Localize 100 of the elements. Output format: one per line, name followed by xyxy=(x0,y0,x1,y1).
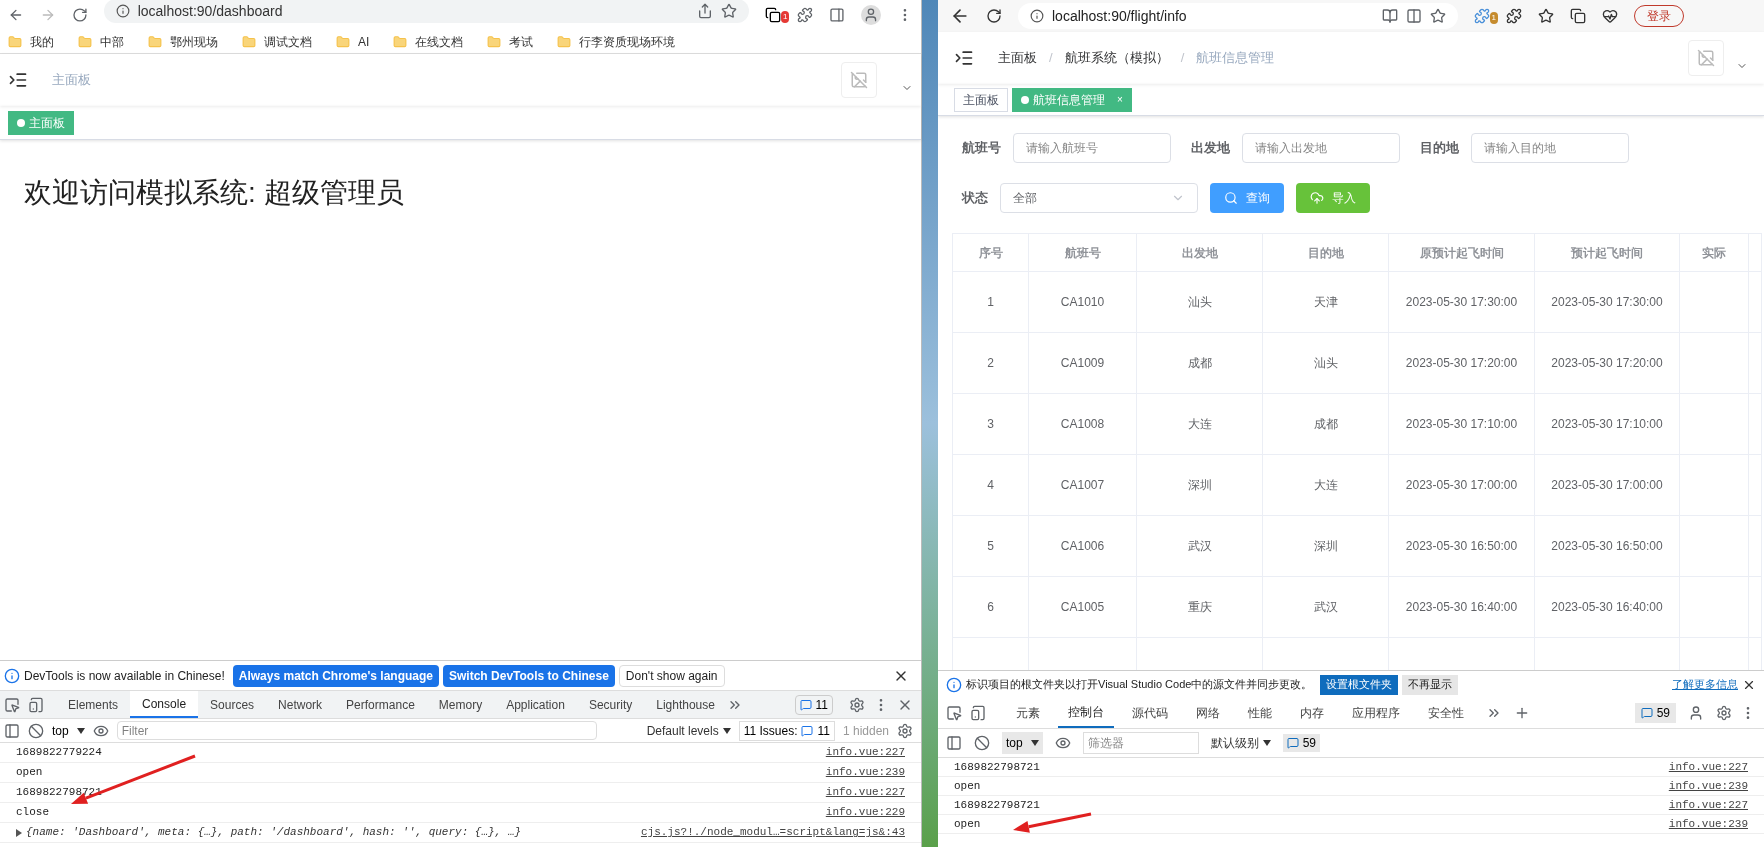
settings-icon[interactable] xyxy=(1716,705,1732,721)
reload-icon[interactable] xyxy=(71,7,88,23)
filter-field[interactable]: 筛选器 xyxy=(1082,732,1199,754)
text-field[interactable]: 请输入出发地 xyxy=(1242,133,1400,163)
notice-button[interactable]: Switch DevTools to Chinese xyxy=(443,664,615,687)
source-link[interactable]: info.vue:227 xyxy=(1668,758,1748,776)
address-bar[interactable]: localhost:90/flight/info xyxy=(1018,3,1458,29)
text-field[interactable]: 请输入航班号 xyxy=(1013,133,1171,163)
issues-counter[interactable]: 11 Issues: 11 xyxy=(738,720,835,741)
clear-console-icon[interactable] xyxy=(974,735,990,751)
performance-icon[interactable] xyxy=(1602,8,1618,24)
source-link[interactable]: info.vue:229 xyxy=(825,804,905,821)
issues-badge[interactable]: 11 xyxy=(794,694,833,715)
tag-tab[interactable]: 主面板 xyxy=(954,87,1008,112)
context-selector[interactable]: top xyxy=(1002,732,1043,754)
notice-button[interactable]: Don't show again xyxy=(618,664,725,687)
context-selector[interactable]: top xyxy=(52,721,85,740)
devtools-tab[interactable]: Sources xyxy=(198,691,267,718)
text-field[interactable]: 请输入目的地 xyxy=(1471,133,1629,163)
favorites-icon[interactable] xyxy=(1538,8,1554,24)
notice-button[interactable]: 不再显示 xyxy=(1402,674,1459,695)
devtools-tab[interactable]: Console xyxy=(130,691,199,718)
eye-icon[interactable] xyxy=(1054,735,1071,751)
devtools-tab[interactable]: Security xyxy=(576,691,645,718)
read-aloud-icon[interactable] xyxy=(1382,8,1398,24)
issues-badge[interactable]: 59 xyxy=(1634,703,1676,723)
bookmark[interactable]: 调试文档 xyxy=(242,32,312,51)
source-link[interactable]: info.vue:227 xyxy=(825,744,905,761)
levels-dropdown[interactable]: Default levels xyxy=(646,721,731,740)
learn-more-link[interactable]: 了解更多信息 xyxy=(1672,676,1738,693)
bookmark[interactable]: AI xyxy=(336,32,370,51)
log-object[interactable]: {name: 'Dashboard', meta: {…}, path: '/dashboard', hash: '', query: {…}, …} xyxy=(26,824,522,841)
source-link[interactable]: info.vue:227 xyxy=(825,784,905,801)
star-icon[interactable] xyxy=(721,3,738,19)
devtools-notice: DevTools is now available in Chinese! xyxy=(24,667,225,685)
extension-icon[interactable] xyxy=(765,7,782,23)
notice-button[interactable]: 设置根文件夹 xyxy=(1320,674,1399,695)
info-icon xyxy=(4,667,20,684)
devtools-tab[interactable]: 网络 xyxy=(1186,698,1230,728)
devtools-tab[interactable]: 源代码 xyxy=(1122,698,1178,728)
devtools-tab[interactable]: 内存 xyxy=(1290,698,1334,728)
bookmark[interactable]: 中部 xyxy=(78,32,124,51)
user-icon[interactable] xyxy=(1688,705,1704,721)
table-cell-text: 成都 xyxy=(1313,416,1338,433)
collections-icon[interactable] xyxy=(1570,8,1586,24)
menu-toggle-icon[interactable] xyxy=(8,70,28,90)
reload-icon[interactable] xyxy=(986,8,1002,24)
menu-toggle-icon[interactable] xyxy=(954,48,974,68)
devtools-tab[interactable]: Application xyxy=(494,691,577,718)
bookmark[interactable]: 行李资质现场环境 xyxy=(557,32,676,51)
bookmark[interactable]: 在线文档 xyxy=(393,32,464,51)
extensions-icon[interactable] xyxy=(1506,8,1522,24)
sidebar-icon[interactable] xyxy=(946,735,962,751)
inspect-icon[interactable] xyxy=(946,705,962,721)
devtools-tab[interactable]: Performance xyxy=(334,691,427,718)
side-panel-icon[interactable] xyxy=(829,7,846,23)
notice-button[interactable]: Always match Chrome's language xyxy=(232,664,440,687)
inspect-icon[interactable] xyxy=(4,696,20,713)
add-tool-icon[interactable] xyxy=(1514,705,1530,721)
source-link[interactable]: cjs.js?!./node_modul…=script&lang=js&:43 xyxy=(640,824,905,841)
filter-field[interactable]: Filter xyxy=(116,721,597,740)
clear-console-icon[interactable] xyxy=(28,722,44,739)
devtools-tab[interactable]: Memory xyxy=(426,691,495,718)
levels-dropdown[interactable]: 默认级别 xyxy=(1210,734,1271,752)
devtools-tab[interactable]: 控制台 xyxy=(1058,698,1114,728)
devtools-tab[interactable]: Network xyxy=(266,691,335,718)
source-link[interactable]: info.vue:227 xyxy=(1668,796,1748,814)
settings-icon[interactable] xyxy=(849,696,865,713)
address-bar[interactable]: localhost:90/dashboard xyxy=(103,0,750,23)
devtools-tab[interactable]: 性能 xyxy=(1238,698,1282,728)
profile-icon[interactable] xyxy=(861,5,882,25)
table-cell-text: 3 xyxy=(987,416,994,433)
sidebar-icon[interactable] xyxy=(4,722,20,739)
device-toolbar-icon[interactable] xyxy=(970,705,986,721)
expand-icon[interactable] xyxy=(16,828,22,837)
caret-icon xyxy=(1262,740,1271,746)
share-icon[interactable] xyxy=(697,3,714,19)
folder-icon xyxy=(8,34,22,49)
devtools-tab[interactable]: Elements xyxy=(56,691,131,718)
device-toolbar-icon[interactable] xyxy=(28,696,44,713)
split-screen-icon[interactable] xyxy=(1406,8,1422,24)
issues-counter[interactable]: 59 xyxy=(1282,734,1321,752)
bookmark[interactable]: 考试 xyxy=(487,32,534,51)
favorite-icon[interactable] xyxy=(1430,8,1446,24)
settings-icon[interactable] xyxy=(897,722,913,739)
status-select[interactable]: 全部 xyxy=(1000,183,1198,213)
back-icon[interactable] xyxy=(8,7,24,23)
extensions-icon[interactable] xyxy=(797,7,814,23)
source-link[interactable]: info.vue:239 xyxy=(1668,777,1748,795)
devtools-tab[interactable]: 应用程序 xyxy=(1342,698,1410,728)
bookmark[interactable]: 我的 xyxy=(8,32,54,51)
bookmark[interactable]: 鄂州现场 xyxy=(148,32,218,51)
source-link[interactable]: info.vue:239 xyxy=(825,764,905,781)
devtools-tab[interactable]: Lighthouse xyxy=(644,691,727,718)
devtools-tab[interactable]: 元素 xyxy=(1006,698,1050,728)
table-cell-text: 武汉 xyxy=(1313,599,1338,616)
source-link[interactable]: info.vue:239 xyxy=(1668,815,1748,833)
breadcrumb-item[interactable]: 航班系统（模拟） xyxy=(1064,48,1169,68)
devtools-tab[interactable]: 安全性 xyxy=(1418,698,1474,728)
breadcrumb-item[interactable]: 主面板 xyxy=(998,48,1037,68)
